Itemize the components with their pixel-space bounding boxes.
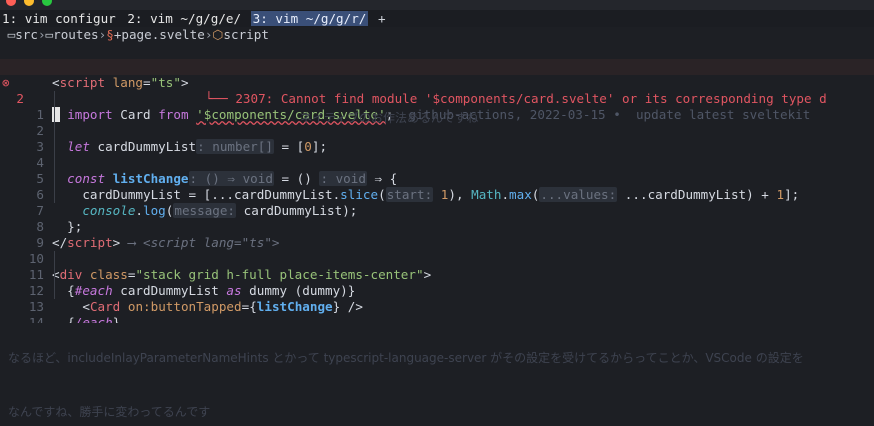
code-line[interactable]: 6 console.log(message: cardDummyList);	[0, 171, 874, 218]
indent-guide	[54, 251, 55, 299]
tab-1[interactable]: 1: vim configur	[0, 11, 118, 26]
minimize-window-icon[interactable]	[24, 0, 34, 6]
tab-2[interactable]: 2: vim ~/g/g/e/	[125, 11, 243, 26]
ghost-text: なんですね、勝手に変わってるんです	[8, 405, 211, 419]
code-line[interactable]: 11 {#each cardDummyList as dummy (dummy)…	[0, 251, 874, 298]
diagnostic-line: └── 2307: Cannot find module '$component…	[0, 75, 874, 106]
code-line[interactable]: 8 </script> ⟶ <script lang="ts">	[0, 203, 874, 250]
code-editor[interactable]: 1 <script lang="ts"> ⊗ 2 import Card fro…	[0, 43, 874, 346]
close-window-icon[interactable]	[6, 0, 16, 6]
code-line[interactable]: 1 <script lang="ts">	[0, 43, 874, 90]
cube-icon: ⬡	[212, 27, 224, 42]
code-line[interactable]: 12 <Card on:buttonTapped={listChange} />	[0, 267, 874, 314]
indent-guide	[54, 91, 55, 203]
svelte-file-icon: §	[106, 27, 114, 42]
ghost-text: なるほど、includeInlayParameterNameHints とかって…	[8, 351, 804, 365]
code-line-error[interactable]: ⊗ 2 import Card from '$components/card.s…	[0, 59, 874, 122]
code-line[interactable]: 10 <div class="stack grid h-full place-i…	[0, 235, 874, 282]
ghost-text: ネイティブのお作法あるんですね	[300, 111, 479, 125]
code-line[interactable]: 1	[0, 91, 874, 122]
folder-icon: ▭	[45, 27, 54, 42]
tab-3[interactable]: 3: vim ~/g/g/r/	[250, 11, 369, 26]
breadcrumb: ▭src›▭routes›§+page.svelte›⬡script	[0, 27, 874, 43]
breadcrumb-routes[interactable]: routes	[53, 27, 99, 42]
code-line[interactable]: 4 const listChange: () ⇒ void = () : voi…	[0, 139, 874, 186]
breadcrumb-separator: ›	[37, 27, 46, 42]
code-line[interactable]: 9	[0, 219, 874, 250]
background-document: ネイティブのお作法あるんですね なるほど、includeInlayParamet…	[0, 111, 874, 426]
code-line[interactable]: 13 {/each}	[0, 283, 874, 330]
window-titlebar	[0, 0, 874, 10]
breadcrumb-page-svelte[interactable]: +page.svelte	[114, 27, 205, 42]
zoom-window-icon[interactable]	[42, 0, 52, 6]
code-line[interactable]: 5 cardDummyList = [...cardDummyList.slic…	[0, 155, 874, 202]
breadcrumb-script[interactable]: script	[223, 27, 269, 42]
code-line[interactable]: 14 </div>	[0, 299, 874, 346]
new-tab-button[interactable]: +	[376, 11, 388, 26]
vim-tabline: 1: vim configur 2: vim ~/g/g/e/ 3: vim ~…	[0, 10, 874, 27]
breadcrumb-src[interactable]: src	[15, 27, 38, 42]
code-line[interactable]: 7 };	[0, 187, 874, 234]
